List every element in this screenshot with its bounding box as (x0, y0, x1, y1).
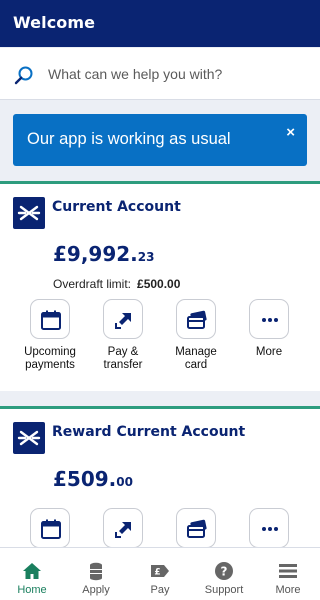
calendar-icon[interactable] (30, 508, 70, 548)
account-card-current[interactable]: Current Account £9,992.23 Overdraft limi… (0, 181, 320, 391)
more-actions-button[interactable] (229, 508, 309, 548)
banner-text: Our app is working as usual (27, 130, 231, 148)
pay-icon: £ (150, 561, 170, 581)
account-name[interactable]: Reward Current Account (52, 424, 245, 440)
tab-label: More (275, 584, 301, 596)
tab-more[interactable]: More (256, 548, 320, 600)
tab-apply[interactable]: Apply (64, 548, 128, 600)
ellipsis-icon[interactable] (249, 299, 289, 339)
overdraft-value: £500.00 (137, 277, 181, 291)
account-card-reward[interactable]: Reward Current Account £509.00 (0, 406, 320, 556)
page-title: Welcome (13, 13, 96, 32)
app-header: Welcome (0, 0, 320, 47)
card-icon[interactable] (176, 508, 216, 548)
upcoming-payments-button[interactable] (10, 508, 90, 548)
search-input[interactable] (48, 63, 308, 85)
manage-card-button[interactable] (156, 508, 236, 548)
bottom-tab-bar: Home Apply £ Pay ? Support More (0, 547, 320, 600)
search-icon (14, 65, 34, 85)
tab-label: Apply (82, 584, 110, 596)
svg-text:£: £ (154, 568, 160, 578)
coins-icon (86, 561, 106, 581)
question-icon: ? (214, 561, 234, 581)
account-balance: £9,992.23 (53, 242, 154, 266)
tab-support[interactable]: ? Support (192, 548, 256, 600)
account-balance: £509.00 (53, 467, 133, 491)
upcoming-payments-button[interactable]: Upcoming payments (10, 299, 90, 372)
transfer-arrows-icon[interactable] (103, 508, 143, 548)
card-icon[interactable] (176, 299, 216, 339)
pay-transfer-button[interactable]: Pay & transfer (83, 299, 163, 372)
action-label: More (255, 346, 283, 358)
svg-text:?: ? (221, 565, 228, 579)
home-icon (22, 561, 42, 581)
pay-transfer-button[interactable] (83, 508, 163, 548)
status-banner: Our app is working as usual × (13, 114, 307, 166)
more-actions-button[interactable]: More (229, 299, 309, 359)
tab-home[interactable]: Home (0, 548, 64, 600)
search-bar[interactable] (0, 48, 320, 100)
bank-logo-icon (13, 422, 45, 454)
tab-label: Support (204, 584, 244, 596)
bank-logo-icon (13, 197, 45, 229)
tab-pay[interactable]: £ Pay (128, 548, 192, 600)
overdraft-label: Overdraft limit: (53, 277, 132, 291)
manage-card-button[interactable]: Manage card (156, 299, 236, 372)
overdraft-info: Overdraft limit: £500.00 (53, 277, 180, 291)
tab-label: Home (17, 584, 47, 596)
ellipsis-icon[interactable] (249, 508, 289, 548)
balance-main: £509. (53, 467, 117, 491)
menu-icon (278, 561, 298, 581)
balance-main: £9,992. (53, 242, 138, 266)
calendar-icon[interactable] (30, 299, 70, 339)
tab-label: Pay (150, 584, 170, 596)
action-label: Pay & transfer (103, 346, 143, 371)
action-label: Manage card (175, 346, 217, 371)
account-name[interactable]: Current Account (52, 199, 181, 215)
balance-pence: 23 (137, 250, 155, 264)
transfer-arrows-icon[interactable] (103, 299, 143, 339)
close-icon[interactable]: × (286, 124, 295, 141)
balance-pence: 00 (116, 475, 133, 489)
action-label: Upcoming payments (24, 346, 76, 371)
